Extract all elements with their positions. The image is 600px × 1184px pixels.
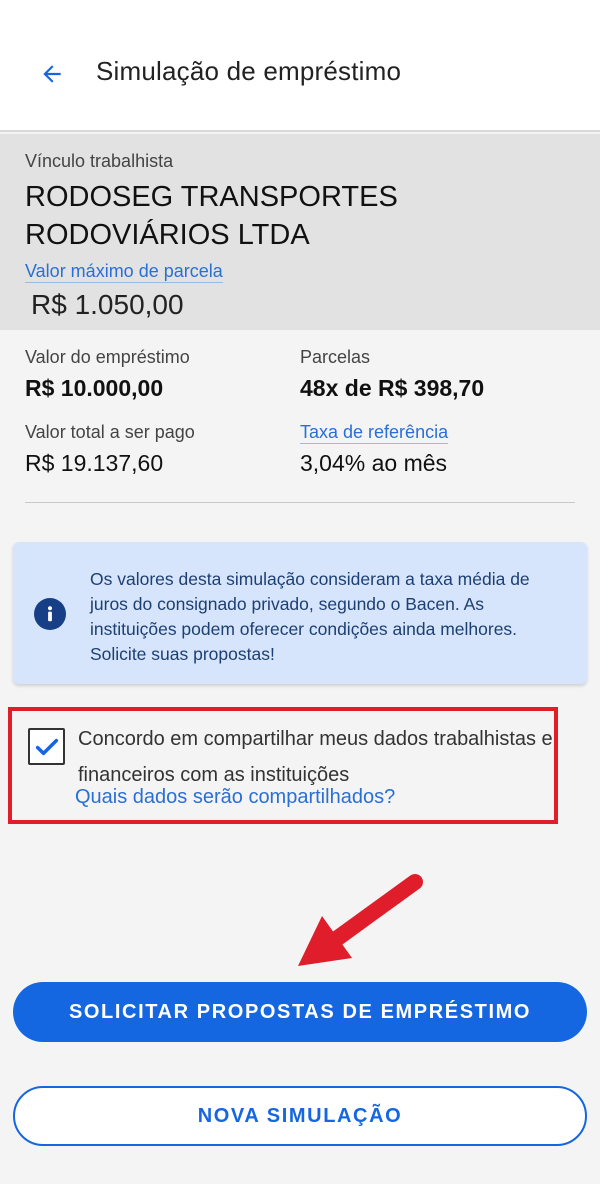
shared-data-link[interactable]: Quais dados serão compartilhados? (75, 786, 395, 809)
employer-name: RODOSEG TRANSPORTES RODOVIÁRIOS LTDA (25, 181, 398, 251)
loan-amount-label: Valor do empréstimo (25, 347, 190, 367)
info-text: Os valores desta simulação consideram a … (90, 569, 530, 664)
consent-highlight: Concordo em compartilhar meus dados trab… (8, 707, 558, 824)
red-arrow-annotation (298, 874, 423, 966)
max-installment-link[interactable]: Valor máximo de parcela (25, 260, 223, 283)
loan-summary: Valor do empréstimo R$ 10.000,00 Parcela… (0, 330, 600, 520)
max-installment-value: R$ 1.050,00 (31, 289, 184, 320)
page-title: Simulação de empréstimo (96, 56, 402, 86)
employer-section: Vínculo trabalhista RODOSEG TRANSPORTES … (0, 134, 600, 330)
installments-value: 48x de R$ 398,70 (300, 375, 485, 401)
checkmark-icon (35, 738, 58, 755)
installments-label: Parcelas (300, 347, 371, 367)
request-proposals-button[interactable]: SOLICITAR PROPOSTAS DE EMPRÉSTIMO (13, 982, 587, 1042)
divider (25, 502, 575, 503)
info-banner: Os valores desta simulação consideram a … (13, 542, 587, 684)
app-header: Simulação de empréstimo (0, 0, 600, 132)
total-value: R$ 19.137,60 (25, 450, 164, 476)
reference-rate-value: 3,04% ao mês (300, 450, 448, 476)
info-icon (34, 598, 66, 630)
consent-checkbox[interactable] (28, 728, 65, 765)
reference-rate-link[interactable]: Taxa de referência (300, 422, 449, 444)
back-button[interactable] (30, 52, 74, 96)
arrow-left-icon (43, 65, 61, 83)
new-simulation-button[interactable]: NOVA SIMULAÇÃO (13, 1086, 587, 1146)
employer-label: Vínculo trabalhista (25, 151, 174, 171)
loan-amount-value: R$ 10.000,00 (25, 375, 164, 401)
total-label: Valor total a ser pago (25, 422, 195, 442)
consent-text: Concordo em compartilhar meus dados trab… (78, 728, 553, 786)
